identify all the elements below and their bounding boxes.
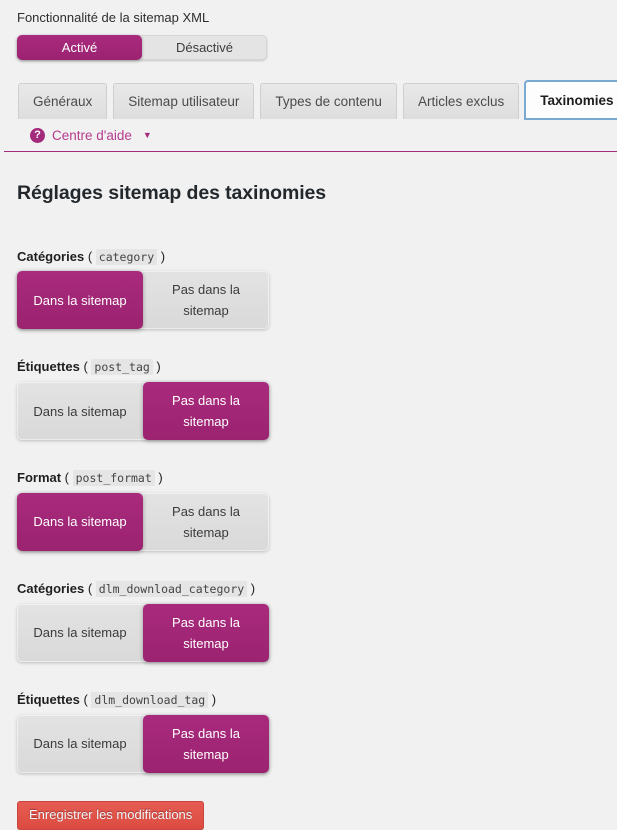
taxonomy-toggle[interactable]: Dans la sitemap Pas dans la sitemap	[17, 492, 269, 551]
sitemap-feature-block: Fonctionnalité de la sitemap XML Activé …	[4, 0, 617, 60]
toggle-option-not-in-sitemap[interactable]: Pas dans la sitemap	[143, 493, 269, 551]
toggle-option-in-sitemap[interactable]: Dans la sitemap	[17, 271, 143, 330]
taxonomy-row: Catégories ( category ) Dans la sitemap …	[17, 248, 617, 330]
sitemap-feature-label: Fonctionnalité de la sitemap XML	[17, 10, 210, 25]
taxonomy-toggle[interactable]: Dans la sitemap Pas dans la sitemap	[17, 382, 269, 441]
taxonomy-name: Catégories	[17, 248, 85, 264]
taxonomy-label: Format ( post_format )	[17, 470, 617, 487]
help-center-row[interactable]: ? Centre d'aide ▼	[4, 119, 617, 152]
paren-close: )	[152, 359, 161, 375]
paren-open: (	[79, 359, 92, 375]
tab-sitemap-utilisateur[interactable]: Sitemap utilisateur	[113, 82, 255, 119]
paren-open: (	[61, 470, 73, 486]
tab-articles-exclus[interactable]: Articles exclus	[402, 82, 520, 119]
toggle-option-in-sitemap[interactable]: Dans la sitemap	[17, 382, 143, 440]
paren-close: )	[247, 580, 256, 596]
taxonomy-row: Étiquettes ( post_tag ) Dans la sitemap …	[17, 359, 617, 441]
taxonomy-name: Étiquettes	[17, 359, 80, 375]
question-mark-circle-icon: ?	[30, 127, 45, 143]
paren-close: )	[208, 691, 217, 707]
chevron-down-icon[interactable]: ▼	[143, 130, 152, 140]
toggle-option-in-sitemap[interactable]: Dans la sitemap	[17, 492, 143, 551]
taxonomy-slug: post_tag	[91, 359, 153, 376]
help-center-label[interactable]: Centre d'aide	[52, 128, 132, 143]
taxonomy-row: Catégories ( dlm_download_category ) Dan…	[17, 580, 617, 662]
toggle-option-not-in-sitemap[interactable]: Pas dans la sitemap	[143, 271, 269, 329]
save-changes-button[interactable]: Enregistrer les modifications	[17, 800, 205, 830]
taxonomy-slug: post_format	[72, 470, 155, 487]
settings-page: Fonctionnalité de la sitemap XML Activé …	[0, 0, 617, 830]
taxonomy-label: Étiquettes ( post_tag )	[17, 359, 617, 376]
paren-open: (	[84, 248, 96, 264]
taxonomy-toggle[interactable]: Dans la sitemap Pas dans la sitemap	[17, 714, 269, 773]
paren-close: )	[157, 248, 166, 264]
taxonomy-slug: category	[95, 248, 158, 265]
tab-types-de-contenu[interactable]: Types de contenu	[260, 82, 397, 119]
taxonomy-slug: dlm_download_tag	[91, 691, 209, 708]
tab-taxinomies[interactable]: Taxinomies	[524, 79, 617, 120]
sitemap-feature-switch[interactable]: Activé Désactivé	[17, 34, 267, 60]
paren-open: (	[84, 580, 96, 596]
sitemap-feature-option-disabled[interactable]: Désactivé	[142, 35, 267, 60]
taxonomy-settings-content: Réglages sitemap des taxinomies Catégori…	[4, 182, 617, 773]
taxonomy-name: Catégories	[17, 580, 85, 596]
taxonomy-toggle[interactable]: Dans la sitemap Pas dans la sitemap	[17, 603, 269, 662]
toggle-option-not-in-sitemap[interactable]: Pas dans la sitemap	[143, 714, 269, 773]
submit-area: Enregistrer les modifications	[4, 773, 617, 830]
toggle-option-not-in-sitemap[interactable]: Pas dans la sitemap	[143, 603, 269, 662]
taxonomy-name: Étiquettes	[17, 691, 80, 707]
page-title: Réglages sitemap des taxinomies	[17, 181, 327, 204]
paren-open: (	[79, 691, 92, 707]
taxonomy-label: Catégories ( category )	[17, 248, 617, 265]
sitemap-feature-option-enabled[interactable]: Activé	[17, 34, 142, 60]
taxonomy-row: Étiquettes ( dlm_download_tag ) Dans la …	[17, 691, 617, 773]
paren-close: )	[154, 470, 163, 486]
settings-tabs: Généraux Sitemap utilisateur Types de co…	[4, 79, 617, 120]
toggle-option-in-sitemap[interactable]: Dans la sitemap	[17, 604, 143, 662]
taxonomy-label: Catégories ( dlm_download_category )	[17, 580, 617, 597]
taxonomy-slug: dlm_download_category	[95, 580, 248, 597]
taxonomy-row: Format ( post_format ) Dans la sitemap P…	[17, 470, 617, 551]
tab-generaux[interactable]: Généraux	[18, 82, 108, 119]
toggle-option-not-in-sitemap[interactable]: Pas dans la sitemap	[143, 382, 269, 441]
taxonomy-name: Format	[17, 470, 62, 486]
taxonomy-label: Étiquettes ( dlm_download_tag )	[17, 691, 617, 708]
taxonomy-toggle[interactable]: Dans la sitemap Pas dans la sitemap	[17, 271, 269, 330]
toggle-option-in-sitemap[interactable]: Dans la sitemap	[17, 715, 143, 773]
